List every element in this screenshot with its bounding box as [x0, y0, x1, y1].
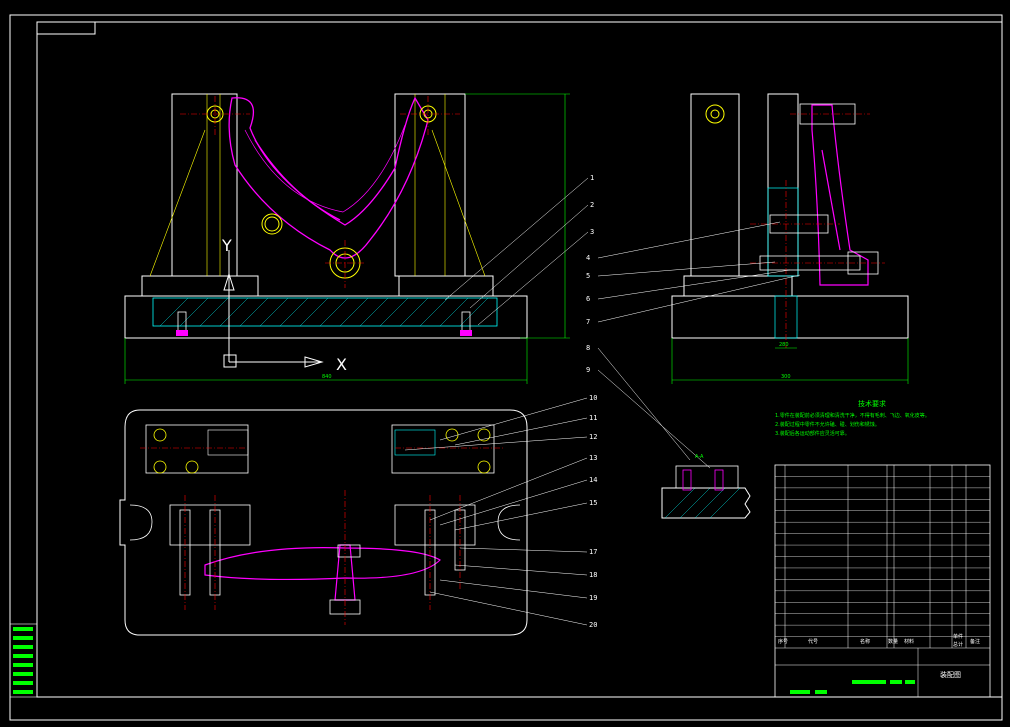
- plan-centerlines: [140, 447, 505, 625]
- section-mark: A-A: [695, 454, 704, 460]
- callout-18: 18: [589, 571, 597, 579]
- coordinate-axes: [223, 250, 324, 368]
- callout-15: 15: [589, 499, 597, 507]
- header-name: 名称: [860, 638, 870, 645]
- tech-req-line-1: 1.零件在装配前必须清理和清洗干净，不得有毛刺、飞边、氧化皮等。: [775, 412, 930, 419]
- x-axis-label: X: [336, 355, 347, 374]
- side-leaders: [597, 221, 801, 323]
- callout-2: 2: [590, 201, 594, 209]
- title-block: 序号 代号 名称 数量 材料 单件 总计 备注 装配图: [774, 464, 991, 698]
- header-qty: 数量: [888, 638, 898, 645]
- callout-20: 20: [589, 621, 597, 629]
- callout-13: 13: [589, 454, 597, 462]
- callout-4: 4: [586, 254, 590, 262]
- front-view: Y X 840 1 2 3: [124, 93, 594, 384]
- header-index: 序号: [778, 638, 788, 645]
- section-view: 8 9 A-A: [586, 344, 751, 519]
- side-view: 300 280 4 5 6 7: [586, 93, 909, 384]
- side-arm-part: [811, 104, 869, 286]
- technical-requirements: 技术要求 1.零件在装配前必须清理和清洗干净，不得有毛刺、飞边、氧化皮等。 2.…: [775, 399, 930, 437]
- callout-14: 14: [589, 476, 597, 484]
- callout-8: 8: [586, 344, 590, 352]
- callout-11: 11: [589, 414, 597, 422]
- tech-req-line-3: 3.装配后各运动部件应灵活可靠。: [775, 430, 850, 437]
- plan-bolts: [179, 509, 466, 615]
- plan-leaders: [404, 397, 588, 626]
- cad-drawing-canvas: Y X 840 1 2 3 300 280 4 5 6 7 8 9 A-A 10…: [9, 14, 1003, 721]
- callout-6: 6: [586, 295, 590, 303]
- header-unit: 单件: [953, 633, 963, 640]
- callout-17: 17: [589, 548, 597, 556]
- callout-12: 12: [589, 433, 597, 441]
- front-bolt-heads: [176, 330, 472, 336]
- title-block-fills: [790, 680, 915, 694]
- callout-5: 5: [586, 272, 590, 280]
- header-remark: 备注: [970, 638, 980, 645]
- front-centerlines: [180, 96, 460, 288]
- control-arm-part: [228, 96, 429, 259]
- tech-req-line-2: 2.装配过程中零件不允许磕、碰、划伤和锈蚀。: [775, 421, 880, 428]
- support-ribs: [149, 94, 486, 277]
- bom-grid: [775, 476, 990, 637]
- side-width-dimension: 300: [781, 374, 791, 380]
- front-leaders: [444, 177, 589, 326]
- callout-9: 9: [586, 366, 590, 374]
- left-revision-strip: [9, 623, 38, 698]
- tech-req-title: 技术要求: [858, 399, 886, 408]
- plan-arm-part: [204, 544, 441, 601]
- callout-10: 10: [589, 394, 597, 402]
- callout-19: 19: [589, 594, 597, 602]
- front-width-dimension: 840: [322, 374, 332, 380]
- front-dimensions: [124, 93, 570, 384]
- callout-1: 1: [590, 174, 594, 182]
- y-axis-label: Y: [221, 236, 232, 255]
- hatch-base: [159, 297, 489, 327]
- side-height-dimension: 280: [779, 342, 789, 348]
- header-material: 材料: [904, 638, 914, 645]
- sheet-border: [9, 14, 1003, 721]
- header-total: 总计: [953, 641, 963, 648]
- header-code: 代号: [808, 638, 818, 645]
- drawing-name: 装配图: [940, 670, 961, 679]
- callout-7: 7: [586, 318, 590, 326]
- plan-view: 10 11 12 13 14 15 17 18 19 20: [119, 394, 597, 636]
- callout-3: 3: [590, 228, 594, 236]
